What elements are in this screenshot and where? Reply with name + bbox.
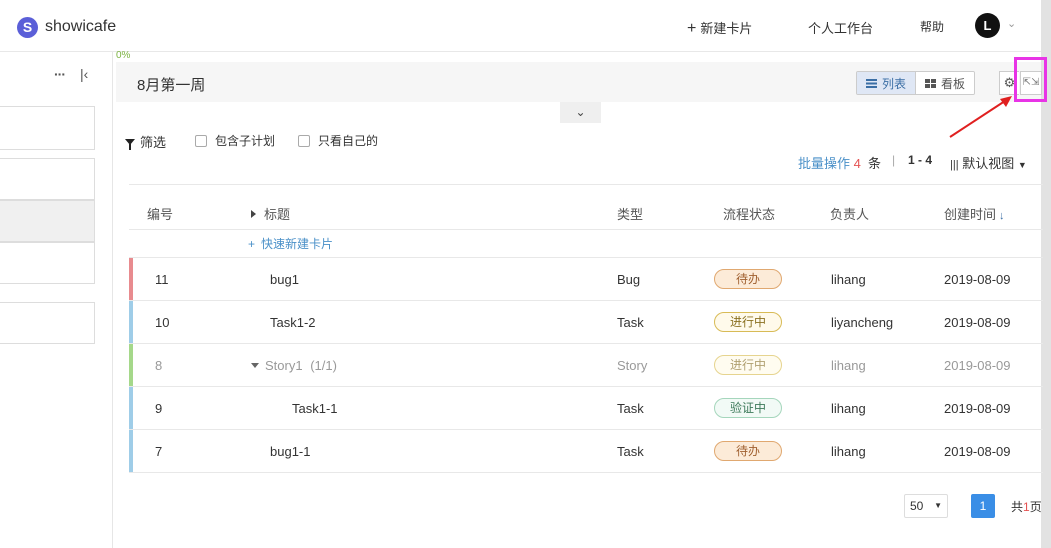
page-total: 共1页 [1011,500,1042,514]
cell-id: 7 [155,444,163,459]
plan-list-item[interactable] [0,302,95,344]
table-row[interactable]: 7 bug1-1 Task 待办 lihang 2019-08-09 [129,430,1043,473]
cell-title[interactable]: bug1-1 [270,444,310,459]
header-title[interactable]: 标题 [251,204,290,223]
type-color-bar [129,430,133,472]
header-assignee[interactable]: 负责人 [830,204,869,223]
cell-created: 2019-08-09 [944,401,1011,416]
plan-title: 8月第一周 [137,77,206,94]
help-link[interactable]: 帮助 [920,18,944,35]
cell-id: 10 [155,315,170,330]
collapse-panel-icon[interactable]: |‹ [80,66,88,82]
caret-right-icon[interactable] [251,210,256,218]
cell-type: Story [617,358,648,373]
workspace-link[interactable]: 个人工作台 [808,18,873,37]
cell-type: Task [617,315,644,330]
table-header: 编号 标题 类型 流程状态 负责人 创建时间 ↓ [129,184,1043,230]
cell-assignee: liyancheng [831,315,894,330]
type-color-bar [129,344,133,386]
batch-operation-link[interactable]: 批量操作 4 [798,153,861,172]
list-icon [866,78,877,88]
cell-type: Bug [617,272,641,287]
cell-id: 9 [155,401,163,416]
list-view-button[interactable]: 列表 [857,72,917,94]
sort-down-icon[interactable]: ↓ [999,210,1005,222]
chevron-down-icon[interactable]: ⌄ [560,102,601,123]
filter-button[interactable]: 筛选 [125,132,166,151]
table-row[interactable]: 10 Task1-2 Task 进行中 liyancheng 2019-08-0… [129,301,1043,344]
chevron-down-icon[interactable]: ⌄ [1007,17,1016,30]
separator: | [892,153,896,167]
status-badge[interactable]: 验证中 [714,398,782,418]
table-row[interactable]: 8 Story1 (1/1) Story 进行中 lihang 2019-08-… [129,344,1043,387]
cell-created: 2019-08-09 [944,315,1011,330]
default-view-dropdown[interactable]: ||| 默认视图 ▼ [950,153,1027,172]
top-header: S showicafe + 新建卡片 个人工作台 帮助 L ⌄ [0,0,1051,52]
include-subplan-checkbox[interactable]: 包含子计划 [195,132,275,149]
caret-down-icon: ▼ [934,501,942,510]
type-color-bar [129,387,133,429]
status-badge[interactable]: 待办 [714,441,782,461]
cell-id: 8 [155,358,163,373]
header-type[interactable]: 类型 [617,204,643,223]
table-row[interactable]: 9 Task1-1 Task 验证中 lihang 2019-08-09 [129,387,1043,430]
cell-id: 11 [155,272,169,287]
red-arrow-annotation [949,96,1012,138]
new-card-button[interactable]: + 新建卡片 [687,18,752,38]
status-badge[interactable]: 进行中 [714,355,782,375]
checkbox-box[interactable] [298,134,310,147]
cell-title[interactable]: Story1 (1/1) [251,358,337,373]
cell-created: 2019-08-09 [944,358,1011,373]
header-status[interactable]: 流程状态 [723,204,775,223]
plan-list-item[interactable] [0,106,95,150]
only-mine-checkbox[interactable]: 只看自己的 [298,132,378,149]
status-badge[interactable]: 进行中 [714,312,782,332]
page-size-select[interactable]: 50 ▼ [904,494,948,518]
page-range: 1 - 4 [908,153,933,167]
plus-icon: + [687,20,697,37]
caret-down-icon[interactable] [251,363,259,368]
cell-assignee: lihang [831,272,866,287]
type-color-bar [129,258,133,300]
cell-title[interactable]: Task1-1 [292,401,338,416]
batch-unit: 条 [868,156,882,171]
cell-assignee: lihang [831,444,866,459]
plan-progress: 0% [116,50,131,61]
type-color-bar [129,301,133,343]
cell-assignee: lihang [831,401,866,416]
plan-list-item-selected[interactable] [0,200,95,242]
cell-assignee: lihang [831,358,866,373]
highlight-annotation [1014,57,1047,102]
caret-down-icon: ▼ [1017,160,1027,170]
board-view-button[interactable]: 看板 [916,72,975,94]
cell-title[interactable]: Task1-2 [270,315,316,330]
left-panel: ··· |‹ [0,52,113,548]
plan-list-item[interactable] [0,158,95,200]
quick-add-card-link[interactable]: + 快速新建卡片 [248,235,333,252]
cell-type: Task [617,444,644,459]
more-icon[interactable]: ··· [54,66,66,82]
cell-type: Task [617,401,644,416]
filter-icon [125,138,135,150]
user-avatar[interactable]: L [975,13,1000,38]
cell-created: 2019-08-09 [944,272,1011,287]
header-id[interactable]: 编号 [147,204,173,223]
columns-icon: ||| [950,159,959,171]
plan-list-item[interactable] [0,242,95,284]
board-icon [925,78,937,88]
page-button-current[interactable]: 1 [971,494,995,518]
checkbox-box[interactable] [195,134,207,147]
plus-icon: + [248,237,256,251]
cell-title[interactable]: bug1 [270,272,299,287]
status-badge[interactable]: 待办 [714,269,782,289]
app-name[interactable]: showicafe [45,18,116,36]
app-logo-icon[interactable]: S [17,17,38,38]
cell-created: 2019-08-09 [944,444,1011,459]
table-row[interactable]: 11 bug1 Bug 待办 lihang 2019-08-09 [129,258,1043,301]
header-created[interactable]: 创建时间 ↓ [944,204,1005,223]
